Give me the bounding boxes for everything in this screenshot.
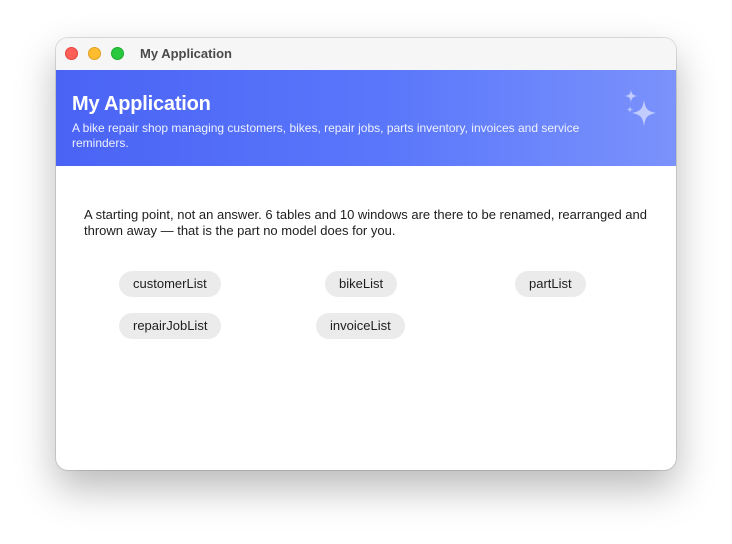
- main-content: A starting point, not an answer. 6 table…: [56, 166, 676, 470]
- window-title: My Application: [140, 46, 232, 61]
- close-window-button[interactable]: [65, 47, 78, 60]
- page-subtitle: A bike repair shop managing customers, b…: [72, 121, 580, 150]
- sparkles-icon: [625, 90, 656, 126]
- invoice-list-button[interactable]: invoiceList: [316, 313, 405, 339]
- page-title: My Application: [72, 93, 211, 115]
- part-list-button[interactable]: partList: [515, 271, 586, 297]
- title-bar[interactable]: My Application: [56, 38, 676, 71]
- bike-list-button[interactable]: bikeList: [325, 271, 398, 297]
- customer-list-button[interactable]: customerList: [119, 271, 221, 297]
- minimize-window-button[interactable]: [88, 47, 101, 60]
- app-window: My Application My Application A bike rep…: [56, 38, 676, 470]
- intro-text: A starting point, not an answer. 6 table…: [84, 207, 647, 238]
- maximize-window-button[interactable]: [111, 47, 124, 60]
- header-banner: My Application A bike repair shop managi…: [56, 70, 676, 166]
- repair-job-list-button[interactable]: repairJobList: [119, 313, 222, 339]
